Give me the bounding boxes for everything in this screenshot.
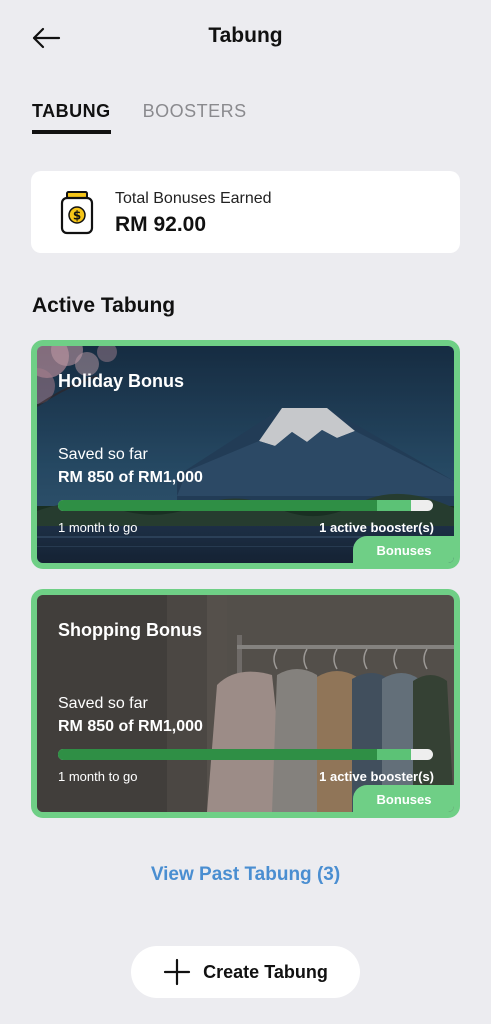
saved-amount: RM 850 of RM1,000 bbox=[58, 718, 203, 735]
active-boosters-count: 1 active booster(s) bbox=[319, 520, 434, 535]
time-remaining: 1 month to go bbox=[58, 520, 138, 535]
view-past-tabung-link[interactable]: View Past Tabung (3) bbox=[0, 864, 491, 886]
active-boosters-count: 1 active booster(s) bbox=[319, 769, 434, 784]
svg-text:$: $ bbox=[73, 209, 81, 223]
total-bonuses-card: $ Total Bonuses Earned RM 92.00 bbox=[31, 171, 460, 253]
coin-jar-icon: $ bbox=[60, 191, 94, 235]
plus-icon bbox=[164, 958, 191, 986]
savings-progress-bar bbox=[58, 500, 433, 511]
bonuses-tag[interactable]: Bonuses bbox=[353, 536, 454, 563]
tab-bar: TABUNG BOOSTERS bbox=[32, 101, 247, 134]
saved-progress bbox=[58, 749, 377, 760]
total-bonuses-value: RM 92.00 bbox=[115, 213, 207, 236]
create-tabung-label: Create Tabung bbox=[203, 961, 328, 982]
saved-progress bbox=[58, 500, 377, 511]
app-header: Tabung bbox=[0, 0, 491, 76]
tabung-title: Holiday Bonus bbox=[58, 371, 185, 391]
total-bonuses-label: Total Bonuses Earned bbox=[115, 190, 272, 207]
tab-boosters[interactable]: BOOSTERS bbox=[143, 101, 247, 134]
bonuses-tag[interactable]: Bonuses bbox=[353, 785, 454, 812]
tabung-title: Shopping Bonus bbox=[58, 620, 202, 640]
saved-label: Saved so far bbox=[58, 446, 148, 463]
tabung-card-holiday[interactable]: Holiday Bonus Saved so far RM 850 of RM1… bbox=[31, 340, 460, 569]
create-tabung-button[interactable]: Create Tabung bbox=[131, 946, 360, 998]
time-remaining: 1 month to go bbox=[58, 769, 138, 784]
saved-amount: RM 850 of RM1,000 bbox=[58, 469, 203, 486]
active-tabung-heading: Active Tabung bbox=[32, 294, 176, 317]
tab-tabung[interactable]: TABUNG bbox=[32, 101, 111, 134]
saved-label: Saved so far bbox=[58, 695, 148, 712]
page-title: Tabung bbox=[208, 24, 283, 47]
savings-progress-bar bbox=[58, 749, 433, 760]
tabung-card-shopping[interactable]: Shopping Bonus Saved so far RM 850 of RM… bbox=[31, 589, 460, 818]
